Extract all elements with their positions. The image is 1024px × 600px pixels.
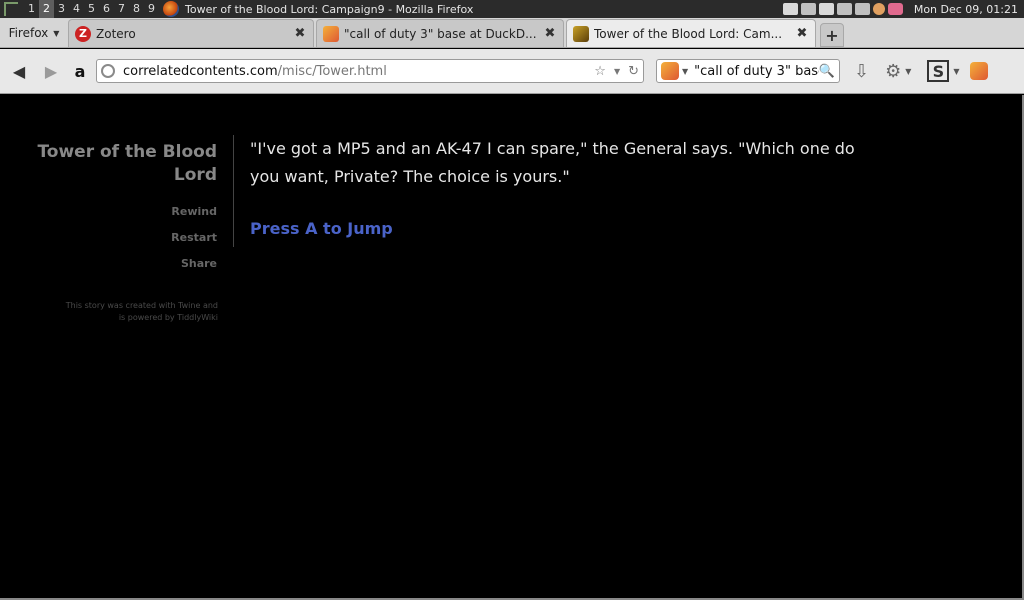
dropbox-icon[interactable] bbox=[818, 3, 834, 15]
arrow-right-icon: ▶ bbox=[44, 61, 58, 81]
workspace-4[interactable]: 4 bbox=[69, 0, 84, 18]
close-icon[interactable]: ✖ bbox=[293, 26, 307, 41]
firefox-icon bbox=[163, 1, 179, 17]
tab-duckduckgo[interactable]: "call of duty 3" base at DuckD... ✖ bbox=[316, 19, 564, 47]
chevron-down-icon: ▼ bbox=[53, 28, 60, 38]
forward-button[interactable]: ▶ bbox=[38, 58, 64, 84]
notes-icon[interactable] bbox=[872, 3, 885, 15]
workspace-switcher: 1 2 3 4 5 6 7 8 9 bbox=[0, 0, 159, 18]
duckduckgo-icon[interactable] bbox=[969, 62, 988, 80]
chevron-down-icon: ▼ bbox=[953, 66, 960, 76]
scholar-button[interactable]: S ▼ bbox=[927, 60, 960, 82]
share-link[interactable]: Share bbox=[2, 257, 217, 270]
close-icon[interactable]: ✖ bbox=[543, 26, 557, 41]
workspace-5[interactable]: 5 bbox=[84, 0, 99, 18]
search-bar[interactable]: ▼ "call of duty 3" base 🔍 bbox=[656, 59, 840, 83]
downloads-button[interactable]: ⇩ bbox=[854, 61, 869, 82]
tab-strip: Firefox ▼ Z Zotero ✖ "call of duty 3" ba… bbox=[0, 18, 1024, 48]
jump-link[interactable]: Press A to Jump bbox=[250, 215, 393, 243]
window-title: Tower of the Blood Lord: Campaign9 - Moz… bbox=[185, 2, 474, 16]
globe-icon bbox=[101, 64, 115, 78]
reload-icon[interactable]: ↻ bbox=[628, 64, 639, 79]
twine-icon bbox=[573, 25, 589, 42]
workspace-8[interactable]: 8 bbox=[129, 0, 144, 18]
workspace-9[interactable]: 9 bbox=[144, 0, 159, 18]
url-path: /misc/Tower.html bbox=[277, 63, 387, 79]
keyboard-icon[interactable] bbox=[782, 3, 798, 15]
workspace-2[interactable]: 2 bbox=[39, 0, 54, 18]
story-sidebar: Tower of the Blood Lord Rewind Restart S… bbox=[2, 135, 234, 270]
firefox-menu-label: Firefox bbox=[8, 26, 49, 40]
workspace-6[interactable]: 6 bbox=[99, 0, 114, 18]
tab-label: Zotero bbox=[96, 26, 136, 41]
workspace-1[interactable]: 1 bbox=[24, 0, 39, 18]
zotero-icon: Z bbox=[75, 25, 91, 42]
search-input[interactable]: "call of duty 3" base bbox=[694, 64, 819, 79]
workspace-3[interactable]: 3 bbox=[54, 0, 69, 18]
book-icon[interactable] bbox=[800, 3, 816, 15]
restart-link[interactable]: Restart bbox=[2, 231, 217, 244]
music-icon[interactable] bbox=[887, 3, 903, 15]
network-icon[interactable] bbox=[854, 3, 870, 15]
history-dropdown-icon[interactable]: ▼ bbox=[614, 67, 620, 76]
duckduckgo-icon bbox=[323, 25, 339, 42]
address-bar[interactable]: correlatedcontents.com/misc/Tower.html ☆… bbox=[96, 59, 644, 83]
tab-zotero[interactable]: Z Zotero ✖ bbox=[68, 19, 314, 47]
url-host: correlatedcontents.com bbox=[123, 63, 278, 79]
addon-button[interactable]: ⚙ ▼ bbox=[885, 61, 911, 82]
amazon-icon[interactable]: a bbox=[70, 60, 90, 82]
tab-label: "call of duty 3" base at DuckD... bbox=[344, 26, 537, 41]
page-content: Tower of the Blood Lord Rewind Restart S… bbox=[2, 95, 1022, 598]
satellite-icon: ⚙ bbox=[885, 60, 902, 82]
sync-icon[interactable] bbox=[836, 3, 852, 15]
firefox-menu-button[interactable]: Firefox ▼ bbox=[0, 19, 68, 47]
story-passage: "I've got a MP5 and an AK-47 I can spare… bbox=[250, 135, 860, 243]
passage-text: "I've got a MP5 and an AK-47 I can spare… bbox=[250, 139, 855, 186]
download-arrow-icon: ⇩ bbox=[854, 60, 870, 82]
story-title: Tower of the Blood Lord bbox=[37, 142, 217, 185]
new-tab-button[interactable]: + bbox=[820, 23, 844, 47]
chevron-down-icon: ▼ bbox=[682, 66, 689, 76]
rewind-link[interactable]: Rewind bbox=[2, 205, 217, 218]
arrow-left-icon: ◀ bbox=[12, 61, 26, 81]
credits-text: This story was created with Twine and is… bbox=[65, 301, 218, 322]
s-icon: S bbox=[927, 60, 950, 82]
chevron-down-icon: ▼ bbox=[905, 66, 912, 76]
tab-label: Tower of the Blood Lord: Cam... bbox=[594, 26, 783, 41]
search-engine-icon[interactable] bbox=[661, 62, 679, 80]
navigation-toolbar: ◀ ▶ a correlatedcontents.com/misc/Tower.… bbox=[0, 49, 1024, 94]
bookmark-star-icon[interactable]: ☆ bbox=[594, 64, 606, 79]
system-panel: 1 2 3 4 5 6 7 8 9 Tower of the Blood Lor… bbox=[0, 0, 1024, 18]
workspace-7[interactable]: 7 bbox=[114, 0, 129, 18]
tab-tower-of-the-blood-lord[interactable]: Tower of the Blood Lord: Cam... ✖ bbox=[566, 19, 816, 47]
close-icon[interactable]: ✖ bbox=[795, 26, 809, 41]
back-button[interactable]: ◀ bbox=[6, 58, 32, 84]
search-icon[interactable]: 🔍 bbox=[819, 64, 835, 79]
system-tray: Mon Dec 09, 01:21 bbox=[782, 3, 1024, 16]
panel-grip-icon bbox=[4, 2, 18, 16]
clock[interactable]: Mon Dec 09, 01:21 bbox=[914, 3, 1018, 16]
